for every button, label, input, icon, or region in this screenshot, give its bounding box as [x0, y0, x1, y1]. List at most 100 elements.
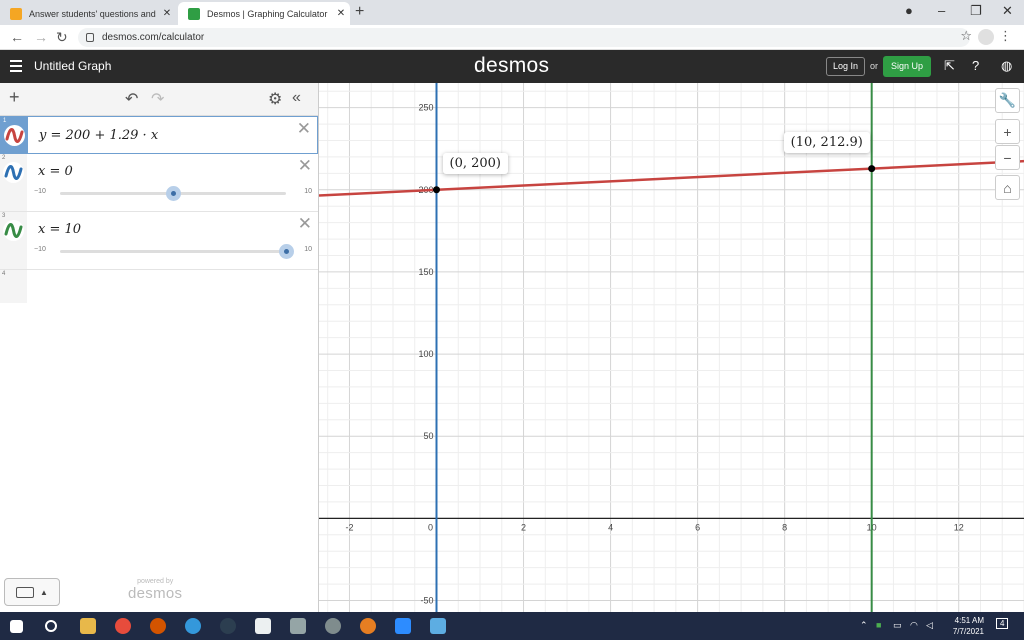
share-icon[interactable]: ⇱	[944, 58, 955, 74]
tab-desmos[interactable]: Desmos | Graphing Calculator ✕	[178, 2, 350, 25]
desmos-favicon-icon	[188, 7, 200, 20]
search-icon[interactable]	[45, 620, 57, 632]
expression-latex[interactable]: y = 200 + 1.29 · x	[39, 128, 158, 143]
slider-track[interactable]	[60, 186, 286, 201]
powered-by-desmos: powered by desmos	[128, 578, 182, 602]
browser-tab-bar: Answer students' questions and ✕ Desmos …	[0, 0, 1024, 25]
slider-max[interactable]: 10	[304, 188, 312, 195]
lock-icon	[86, 33, 94, 42]
graph-canvas[interactable]: -202468101225020015010050-50	[319, 83, 1024, 612]
tray-chevron-icon[interactable]: ⌃	[860, 620, 868, 631]
expression-number: 3	[2, 213, 6, 219]
url-text: desmos.com/calculator	[102, 32, 205, 43]
expression-row-2[interactable]: 2 x = 0 ✕ −10 10	[0, 154, 318, 212]
new-tab-icon[interactable]: +	[355, 3, 364, 21]
tab-answer-students[interactable]: Answer students' questions and ✕	[0, 2, 176, 25]
graph-paper[interactable]: -202468101225020015010050-50 (0, 200)(10…	[319, 83, 1024, 612]
tray-app-icon[interactable]: ■	[876, 620, 881, 630]
graph-title[interactable]: Untitled Graph	[34, 59, 111, 73]
url-field[interactable]: desmos.com/calculator	[78, 28, 970, 47]
battery-icon[interactable]: ▭	[893, 620, 902, 631]
app-icon-orange[interactable]	[150, 618, 166, 634]
clock-time: 4:51 AM	[954, 616, 984, 625]
login-button[interactable]: Log In	[826, 57, 866, 76]
wifi-icon[interactable]: ◠	[910, 620, 918, 631]
keypad-toggle-button[interactable]: ▲	[4, 578, 60, 606]
zoom-app-icon[interactable]	[395, 618, 411, 634]
slider-knob[interactable]	[279, 244, 294, 259]
notification-badge[interactable]: 4	[996, 618, 1009, 629]
forward-icon[interactable]: →	[34, 29, 48, 45]
desmos-logo: desmos	[474, 54, 550, 77]
restore-icon[interactable]: ❐	[970, 3, 982, 19]
language-globe-icon[interactable]: ◍	[1001, 58, 1012, 74]
expression-row-1[interactable]: 1 y = 200 + 1.29 · x ✕	[0, 116, 318, 154]
expression-row-3[interactable]: 3 x = 10 ✕ −10 10	[0, 212, 318, 270]
expression-latex[interactable]: x = 0	[38, 164, 73, 179]
undo-icon[interactable]: ↶	[125, 89, 138, 109]
browser-menu-icon[interactable]: ⋮	[999, 28, 1012, 44]
bookmark-star-icon[interactable]: ☆	[960, 28, 972, 44]
slider-min[interactable]: −10	[34, 188, 46, 195]
x-tick-label: 2	[521, 522, 526, 532]
delete-expression-icon[interactable]: ✕	[297, 119, 311, 139]
signup-button[interactable]: Sign Up	[883, 56, 932, 77]
app-icon-search-orange[interactable]	[360, 618, 376, 634]
app-icon-light[interactable]	[255, 618, 271, 634]
x-tick-label: 4	[608, 522, 613, 532]
avatar[interactable]	[978, 29, 994, 45]
windows-start-icon[interactable]	[10, 620, 23, 633]
back-icon[interactable]: ←	[10, 29, 24, 45]
graph-point	[433, 186, 440, 194]
help-icon[interactable]: ?	[972, 58, 979, 73]
app-icon-gray[interactable]	[290, 618, 306, 634]
profile-menu-icon[interactable]: ●	[905, 3, 913, 18]
settings-gear-icon[interactable]: ⚙	[268, 89, 282, 109]
y-tick-label: 250	[418, 103, 433, 113]
file-explorer-icon[interactable]	[80, 618, 96, 634]
menu-icon[interactable]	[10, 60, 22, 72]
app-icon-blue[interactable]	[430, 618, 446, 634]
x-tick-label: 8	[782, 522, 787, 532]
graph-wave-red-icon[interactable]	[4, 125, 25, 146]
slider-max[interactable]: 10	[304, 246, 312, 253]
app-icon-settings[interactable]	[325, 618, 341, 634]
close-tab-icon[interactable]: ✕	[332, 8, 350, 19]
y-tick-label: -50	[420, 596, 433, 606]
zoom-out-icon[interactable]: −	[995, 145, 1020, 170]
delete-expression-icon[interactable]: ✕	[298, 214, 312, 234]
address-bar: ← → ↻ desmos.com/calculator ☆ ⋮	[0, 25, 1024, 50]
slider-knob[interactable]	[166, 186, 181, 201]
expression-toolbar: + ↶ ↷ ⚙ «	[0, 83, 318, 116]
chegg-favicon-icon	[10, 7, 22, 20]
y-tick-label: 50	[423, 431, 433, 441]
clock[interactable]: 4:51 AM 7/7/2021	[953, 615, 984, 637]
graph-wave-green-icon[interactable]	[3, 220, 24, 241]
expression-number: 2	[2, 155, 6, 161]
close-tab-icon[interactable]: ✕	[158, 8, 176, 19]
empty-expression-row[interactable]: 4	[0, 270, 318, 303]
edge-icon[interactable]	[185, 618, 201, 634]
redo-icon[interactable]: ↷	[151, 89, 164, 109]
close-window-icon[interactable]: ✕	[1002, 3, 1013, 19]
chrome-icon[interactable]	[115, 618, 131, 634]
minimize-icon[interactable]: –	[938, 3, 945, 18]
powered-by-text: powered by	[137, 578, 174, 585]
delete-expression-icon[interactable]: ✕	[298, 156, 312, 176]
add-expression-icon[interactable]: +	[9, 87, 20, 108]
point-label[interactable]: (10, 212.9)	[783, 131, 870, 153]
powered-by-logo: desmos	[128, 585, 183, 602]
volume-icon[interactable]: ◁	[926, 620, 933, 631]
zoom-in-icon[interactable]: +	[995, 119, 1020, 144]
reload-icon[interactable]: ↻	[56, 29, 68, 46]
collapse-panel-icon[interactable]: «	[292, 89, 301, 107]
slider-track[interactable]	[60, 244, 294, 259]
slider-min[interactable]: −10	[34, 246, 46, 253]
graph-wave-blue-icon[interactable]	[3, 162, 24, 183]
keyboard-icon	[16, 586, 35, 598]
point-label[interactable]: (0, 200)	[442, 152, 508, 174]
app-icon-dark[interactable]	[220, 618, 236, 634]
home-icon[interactable]: ⌂	[995, 175, 1020, 200]
expression-latex[interactable]: x = 10	[38, 222, 81, 237]
graph-settings-wrench-icon[interactable]: 🔧	[995, 88, 1020, 113]
